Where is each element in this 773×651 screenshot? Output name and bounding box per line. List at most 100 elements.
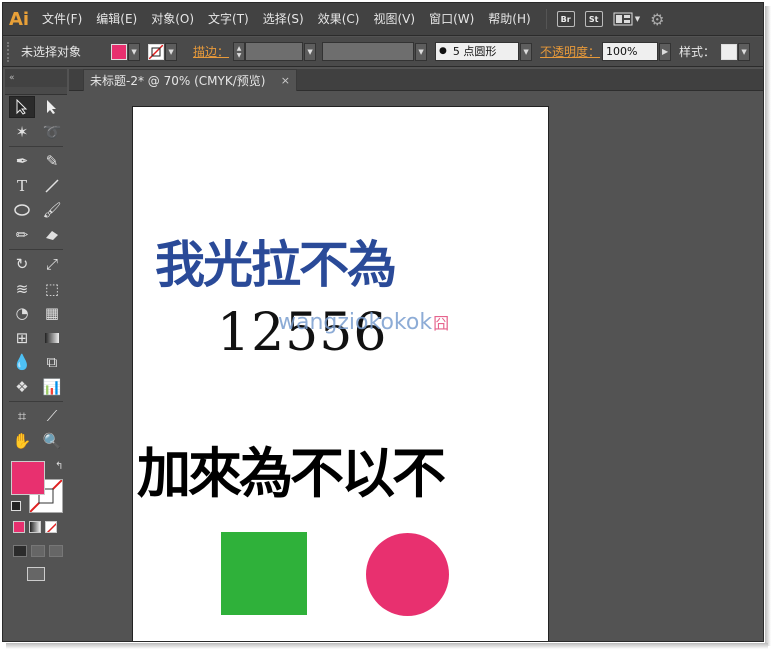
style-dropdown-icon[interactable]: ▼ [738,42,751,61]
menu-effect[interactable]: 效果(C) [311,3,367,36]
brush-label: 5 点圆形 [452,45,497,58]
fill-swatch-control[interactable]: ▼ [111,42,141,61]
draw-behind-icon[interactable] [31,545,45,557]
pen-tool-icon[interactable]: ✒ [9,150,35,172]
stroke-swatch[interactable] [148,43,165,60]
warp-tool-icon[interactable]: ≋ [9,278,35,300]
none-mode-icon[interactable] [45,521,57,533]
type-tool-icon[interactable]: T [9,175,35,197]
selection-status: 未选择对象 [21,45,82,59]
column-graph-tool-icon[interactable]: 📊 [39,376,65,398]
menu-bar: Ai 文件(F) 编辑(E) 对象(O) 文字(T) 选择(S) 效果(C) 视… [3,3,763,36]
workspace-switcher-icon[interactable]: ▼ [613,12,640,26]
color-mode-buttons [13,521,67,533]
free-transform-tool-icon[interactable]: ⬚ [39,278,65,300]
control-bar: 未选择对象 ▼ ▼ 描边： ▲ ▼ ▼ ▼ ● 5 点圆形 ▼ 不透明度： 100… [3,37,763,67]
style-swatch[interactable] [721,43,738,60]
panel-grip[interactable] [7,41,13,62]
ellipse-tool-icon[interactable] [9,199,35,221]
fill-color-swatch[interactable] [11,461,45,495]
menu-select[interactable]: 选择(S) [256,3,311,36]
eraser-tool-icon[interactable] [39,224,65,246]
opacity-field[interactable]: 100% [602,42,659,61]
illustrator-window: Ai 文件(F) 编辑(E) 对象(O) 文字(T) 选择(S) 效果(C) 视… [2,2,764,642]
gradient-tool-icon[interactable] [39,327,65,349]
symbol-sprayer-tool-icon[interactable]: ❖ [9,376,35,398]
variable-width-field[interactable] [322,42,415,61]
close-tab-icon[interactable]: × [281,74,290,87]
separator [545,9,547,29]
stroke-weight-stepper[interactable]: ▲ ▼ [233,42,246,61]
opacity-label[interactable]: 不透明度： [540,43,600,60]
scale-tool-icon[interactable]: ⤢ [39,253,65,275]
fill-stroke-widget: ↰ [5,457,67,519]
collapse-panel-icon[interactable]: « [9,73,15,83]
curvature-tool-icon[interactable]: ✎ [39,150,65,172]
pink-circle[interactable] [366,533,449,616]
brush-dot-icon: ● [439,46,447,56]
hand-tool-icon[interactable]: ✋ [9,430,35,452]
stock-button[interactable]: St [584,11,603,27]
eyedropper-tool-icon[interactable]: 💧 [9,351,35,373]
bridge-button[interactable]: Br [556,11,575,27]
drawing-mode-buttons [13,545,67,557]
blue-text-object[interactable]: 我光拉不為 [155,225,397,297]
artboard[interactable]: 我光拉不為 12556 wangziokokok囧 加來為不以不 [132,106,549,641]
tools-panel-grip[interactable] [5,87,67,95]
slice-tool-icon[interactable]: ⟋ [39,405,65,427]
screen-mode-icon[interactable] [27,567,45,581]
canvas-area[interactable]: 我光拉不為 12556 wangziokokok囧 加來為不以不 [69,92,763,641]
menu-window[interactable]: 窗口(W) [422,3,481,36]
watermark-logo: 囧 [433,314,450,333]
stroke-weight-field[interactable] [245,42,304,61]
menu-view[interactable]: 视图(V) [366,3,422,36]
watermark-text: wangziokokok [278,310,433,335]
draw-inside-icon[interactable] [49,545,63,557]
artboard-tool-icon[interactable]: ⌗ [9,405,35,427]
fill-dropdown-icon[interactable]: ▼ [128,42,141,61]
menu-file[interactable]: 文件(F) [35,3,89,36]
stroke-weight-dropdown-icon[interactable]: ▼ [304,42,317,61]
paintbrush-tool-icon[interactable]: 🖌 [39,199,65,221]
menu-object[interactable]: 对象(O) [144,3,201,36]
line-tool-icon[interactable] [39,175,65,197]
menu-type[interactable]: 文字(T) [201,3,256,36]
stroke-dropdown-icon[interactable]: ▼ [165,42,178,61]
direct-selection-tool-icon[interactable] [39,96,65,118]
opacity-arrow-icon[interactable]: ▶ [659,42,672,61]
menu-help[interactable]: 帮助(H) [481,3,537,36]
rotate-tool-icon[interactable]: ↻ [9,253,35,275]
black-text-object[interactable]: 加來為不以不 [137,429,446,508]
brush-definition-field[interactable]: ● 5 点圆形 [435,42,520,61]
swap-fill-stroke-icon[interactable]: ↰ [55,461,63,472]
gradient-mode-icon[interactable] [29,521,41,533]
menu-edit[interactable]: 编辑(E) [89,3,144,36]
zoom-tool-icon[interactable]: 🔍 [39,430,65,452]
brush-dropdown-icon[interactable]: ▼ [520,42,533,61]
shape-builder-tool-icon[interactable]: ◔ [9,302,35,324]
magic-wand-tool-icon[interactable]: ✶ [9,121,35,143]
document-tab-title: 未标题-2* @ 70% (CMYK/预览) [90,74,266,88]
document-tab[interactable]: 未标题-2* @ 70% (CMYK/预览) × [83,69,297,91]
fill-swatch[interactable] [111,43,128,60]
window-shadow-right [765,6,771,646]
variable-width-dropdown-icon[interactable]: ▼ [415,42,428,61]
stroke-swatch-control[interactable]: ▼ [148,42,178,61]
app-logo: Ai [8,8,30,30]
tools-panel: « ✶ ➰ ✒ ✎ T 🖌 ✏ ↻ ⤢ ≋ ⬚ ◔ ▦ ⊞ 💧 ⧉ ❖ 📊 ⌗ ⟋ ✋ 🔍 [5,69,67,641]
lasso-tool-icon[interactable]: ➰ [39,121,65,143]
stroke-label[interactable]: 描边： [193,43,229,60]
green-rectangle[interactable] [221,532,307,615]
separator [9,249,63,250]
perspective-grid-tool-icon[interactable]: ▦ [39,302,65,324]
sync-settings-icon[interactable]: ⚙ [650,10,664,29]
separator [9,401,63,402]
default-colors-icon[interactable] [11,501,21,511]
mesh-tool-icon[interactable]: ⊞ [9,327,35,349]
blend-tool-icon[interactable]: ⧉ [39,351,65,373]
pencil-tool-icon[interactable]: ✏ [9,224,35,246]
selection-tool-icon[interactable] [9,96,35,119]
tools-panel-header[interactable]: « [5,69,67,87]
draw-normal-icon[interactable] [13,545,27,557]
color-mode-icon[interactable] [13,521,25,533]
